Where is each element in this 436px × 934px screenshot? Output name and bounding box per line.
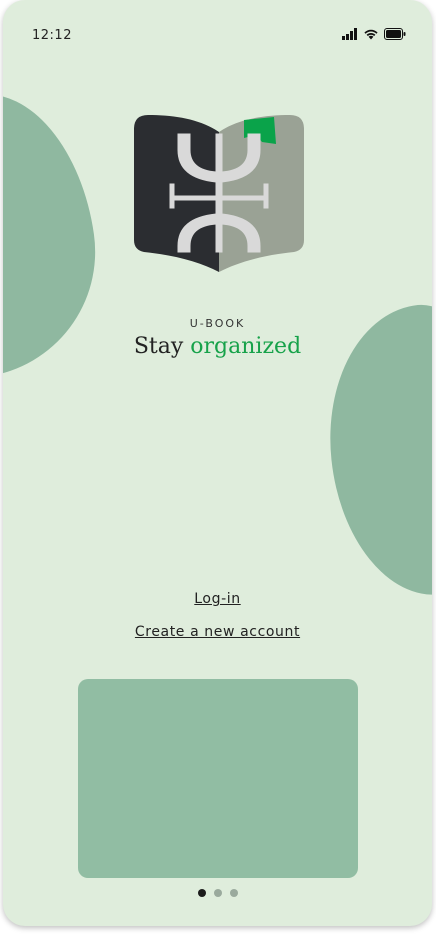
status-icons: [342, 28, 406, 40]
create-account-link-row: Create a new account: [3, 624, 432, 640]
status-bar: 12:12: [3, 0, 432, 60]
app-logo: [134, 115, 304, 272]
status-time: 12:12: [32, 28, 72, 43]
tagline-accent: organized: [190, 334, 302, 359]
carousel-pagination: [3, 889, 432, 897]
signal-icon: [342, 28, 357, 40]
app-screen: 12:12 U-BOOK Stay organized Log-in Creat…: [3, 0, 432, 926]
carousel-dot-3[interactable]: [229, 889, 238, 897]
tagline-prefix: Stay: [133, 334, 191, 359]
carousel-dot-2[interactable]: [213, 889, 222, 897]
brand-name: U-BOOK: [189, 317, 246, 330]
carousel-card[interactable]: [78, 679, 358, 878]
tagline: Stay organized: [3, 334, 432, 359]
wifi-icon: [364, 29, 378, 40]
carousel-dot-1[interactable]: [197, 889, 206, 897]
login-link-row: Log-in: [3, 591, 432, 607]
create-account-link[interactable]: Create a new account: [135, 624, 300, 640]
battery-icon: [384, 28, 406, 40]
login-link[interactable]: Log-in: [194, 591, 240, 607]
